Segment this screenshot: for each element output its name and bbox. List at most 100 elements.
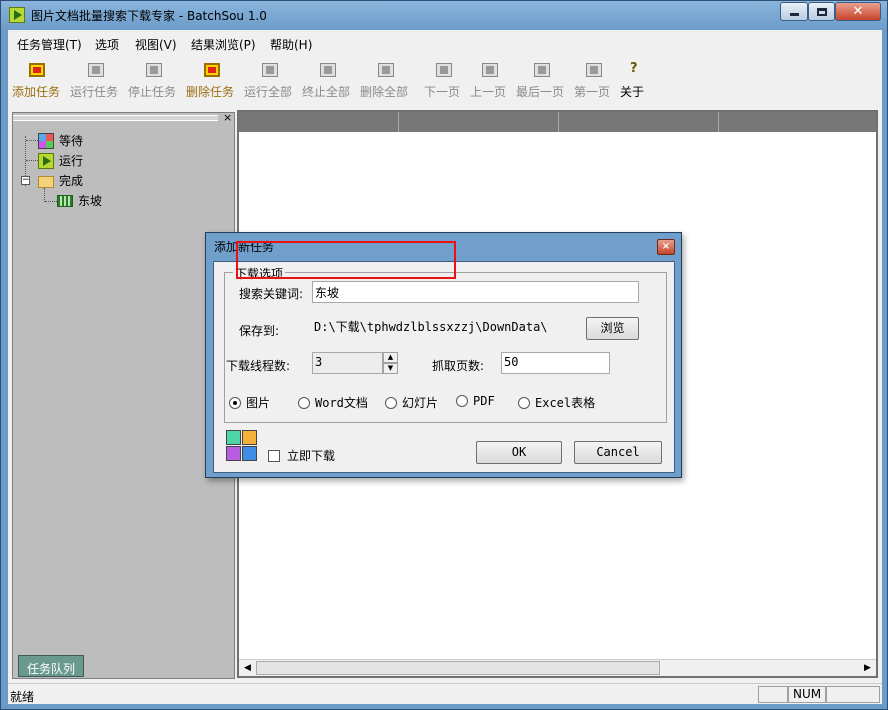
highlight-box: [236, 241, 456, 279]
first-page-button[interactable]: 第一页: [574, 57, 614, 99]
add-task-button[interactable]: 添加任务: [12, 57, 62, 99]
tree-item-waiting[interactable]: 等待: [38, 132, 83, 149]
dialog-body: 下载选项 搜索关键词: 东坡 保存到: D:\下载\tphwdzlblssxzz…: [213, 261, 675, 473]
delete-all-icon: [378, 63, 394, 77]
tree-item-done[interactable]: 完成: [38, 172, 83, 189]
type-radio-word[interactable]: Word文档: [298, 394, 368, 411]
delete-all-button[interactable]: 删除全部: [360, 57, 412, 99]
pages-input[interactable]: 50: [501, 352, 610, 374]
about-button[interactable]: ? 关于: [620, 57, 650, 99]
logo-tile: [242, 446, 257, 461]
tree-item-running[interactable]: 运行: [38, 152, 83, 169]
pane-grip[interactable]: [13, 115, 218, 121]
stop-task-label: 停止任务: [128, 85, 177, 99]
last-page-icon: [534, 63, 550, 77]
minimize-button[interactable]: [780, 2, 808, 21]
run-task-button[interactable]: 运行任务: [70, 57, 122, 99]
add-task-dialog: 添加新任务 × 下载选项 搜索关键词: 东坡 保存到: D:\下载\tphwdz…: [205, 232, 682, 478]
save-to-label: 保存到:: [239, 324, 280, 338]
run-task-icon: [88, 63, 104, 77]
tab-task-queue[interactable]: 任务队列: [18, 655, 84, 677]
cancel-button[interactable]: Cancel: [574, 441, 662, 464]
scroll-right-icon[interactable]: ▶: [859, 660, 876, 676]
window-title: 图片文档批量搜索下载专家 - BatchSou 1.0: [31, 9, 267, 23]
close-icon: ✕: [852, 4, 864, 19]
tree-item-dongpo[interactable]: 东坡: [57, 192, 102, 209]
column-header[interactable]: [239, 112, 399, 132]
prev-page-button[interactable]: 上一页: [470, 57, 510, 99]
last-page-button[interactable]: 最后一页: [516, 57, 568, 99]
status-text: 就绪: [10, 690, 35, 704]
toolbar: 添加任务 运行任务 停止任务 删除任务 运行全部 终止全部 删除全部 下一页 上…: [8, 57, 882, 101]
browse-button[interactable]: 浏览: [586, 317, 639, 340]
radio-button[interactable]: [229, 396, 241, 409]
close-icon: ×: [661, 241, 671, 252]
minimize-icon: [789, 13, 799, 16]
menu-options[interactable]: 选项: [95, 36, 119, 53]
run-all-icon: [262, 63, 278, 77]
next-page-button[interactable]: 下一页: [424, 57, 464, 99]
radio-button[interactable]: [456, 395, 468, 407]
tree-expander[interactable]: −: [21, 176, 30, 185]
title-bar[interactable]: 图片文档批量搜索下载专家 - BatchSou 1.0 ✕: [1, 1, 887, 30]
column-header[interactable]: [719, 112, 876, 132]
status-bar: 就绪 NUM: [8, 683, 882, 704]
stepper-up-icon[interactable]: ▲: [383, 352, 398, 363]
stop-task-button[interactable]: 停止任务: [128, 57, 180, 99]
column-header[interactable]: [399, 112, 559, 132]
ok-button[interactable]: OK: [476, 441, 562, 464]
type-radio-image[interactable]: 图片: [229, 394, 270, 411]
status-cell: [758, 686, 788, 703]
immediate-download-checkbox[interactable]: [268, 450, 280, 462]
tree-item-label: 东坡: [78, 194, 103, 208]
close-button[interactable]: ✕: [835, 2, 881, 21]
stop-all-label: 终止全部: [302, 85, 351, 99]
type-radio-slides[interactable]: 幻灯片: [385, 394, 438, 411]
last-page-label: 最后一页: [516, 85, 565, 99]
menu-task-management[interactable]: 任务管理(T): [17, 36, 82, 53]
scroll-left-icon[interactable]: ◀: [239, 660, 256, 676]
stop-task-icon: [146, 63, 162, 77]
stop-all-button[interactable]: 终止全部: [302, 57, 354, 99]
run-all-button[interactable]: 运行全部: [244, 57, 296, 99]
waiting-icon: [38, 132, 54, 149]
threads-stepper[interactable]: ▲ ▼: [383, 352, 398, 374]
logo-tile: [226, 446, 241, 461]
radio-label: Word文档: [315, 396, 368, 410]
type-radio-excel[interactable]: Excel表格: [518, 394, 595, 411]
prev-page-icon: [482, 63, 498, 77]
pane-close-icon[interactable]: ×: [223, 111, 232, 124]
list-header: [239, 112, 876, 132]
threads-label: 下载线程数:: [226, 359, 291, 373]
delete-task-label: 删除任务: [186, 85, 235, 99]
status-cell: [826, 686, 880, 703]
first-page-label: 第一页: [574, 85, 611, 99]
stepper-down-icon[interactable]: ▼: [383, 363, 398, 374]
delete-task-button[interactable]: 删除任务: [186, 57, 238, 99]
result-grid-icon: [57, 194, 73, 207]
column-header[interactable]: [559, 112, 719, 132]
threads-input[interactable]: 3: [312, 352, 383, 374]
task-tree: 等待 运行 − 完成 东坡: [16, 124, 230, 669]
radio-button[interactable]: [518, 396, 530, 409]
menu-result-browse[interactable]: 结果浏览(P): [191, 36, 256, 53]
menu-bar: 任务管理(T) 选项 视图(V) 结果浏览(P) 帮助(H): [8, 30, 882, 56]
pages-label: 抓取页数:: [432, 359, 485, 373]
radio-button[interactable]: [385, 396, 397, 409]
tree-item-label: 运行: [59, 154, 84, 168]
scroll-thumb[interactable]: [256, 661, 660, 675]
logo-tile: [226, 430, 241, 445]
tree-item-label: 等待: [59, 134, 84, 148]
maximize-button[interactable]: [808, 2, 835, 21]
next-page-label: 下一页: [424, 85, 461, 99]
menu-view[interactable]: 视图(V): [135, 36, 177, 53]
dialog-close-button[interactable]: ×: [657, 239, 675, 255]
save-path-field[interactable]: D:\下载\tphwdzlblssxzzj\DownData\: [312, 316, 577, 338]
radio-label: 幻灯片: [402, 396, 439, 410]
horizontal-scrollbar[interactable]: ◀ ▶: [239, 659, 876, 676]
menu-help[interactable]: 帮助(H): [270, 36, 312, 53]
tree-connector: [45, 201, 57, 202]
keyword-input[interactable]: 东坡: [312, 281, 639, 303]
radio-button[interactable]: [298, 396, 310, 409]
type-radio-pdf[interactable]: PDF: [456, 394, 495, 408]
